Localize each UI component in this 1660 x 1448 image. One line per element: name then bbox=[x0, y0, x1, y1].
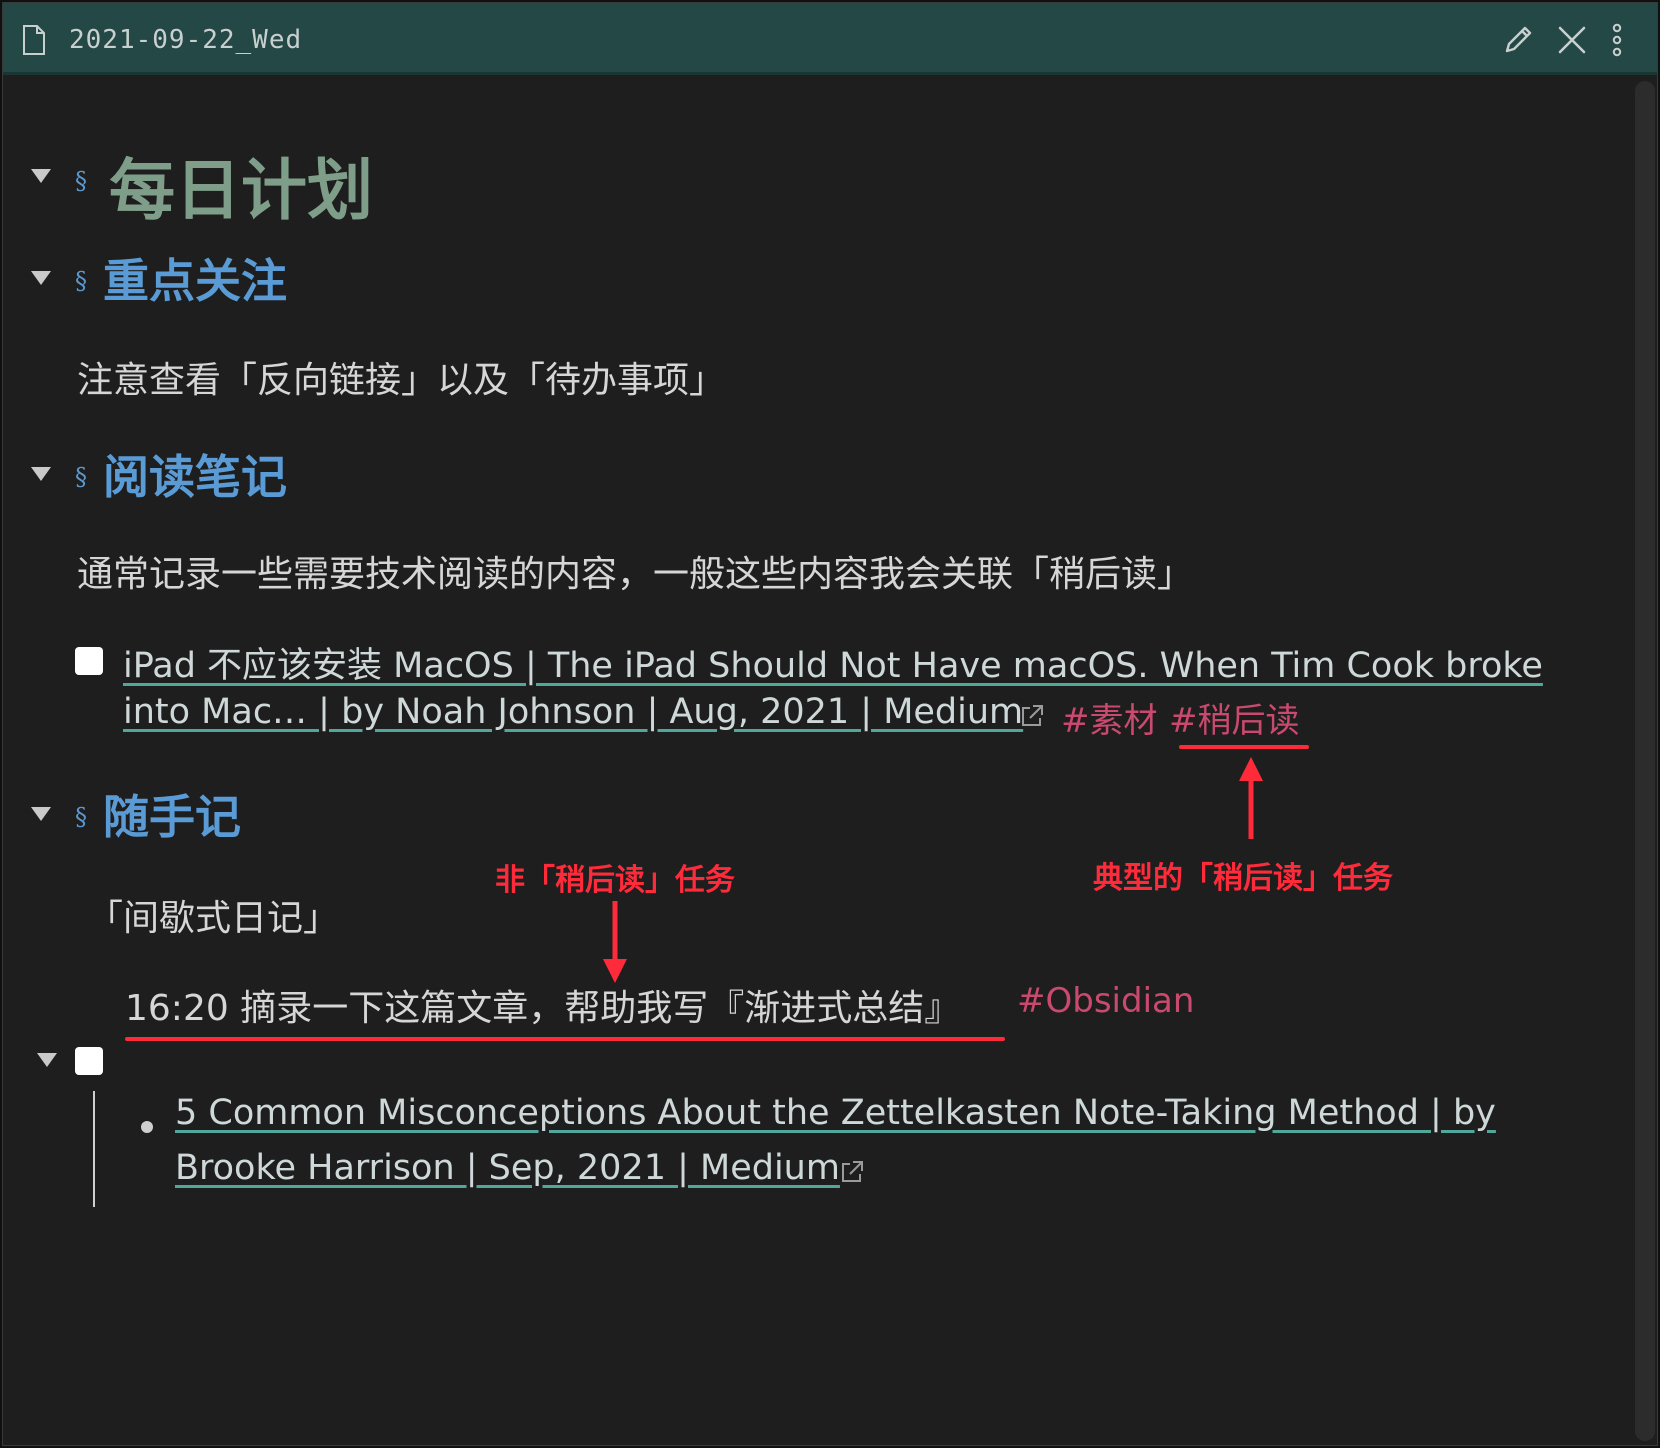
heading-marker-icon: § bbox=[75, 803, 87, 831]
link-ipad-article-line1[interactable]: iPad 不应该安装 MacOS | The iPad Should Not H… bbox=[123, 637, 1543, 688]
pencil-icon[interactable] bbox=[1501, 23, 1535, 57]
heading-daily-plan: 每日计划 bbox=[109, 152, 373, 229]
close-icon[interactable] bbox=[1555, 23, 1589, 57]
jot-paragraph: 「间歇式日记」 bbox=[87, 898, 340, 939]
external-link-icon bbox=[842, 1161, 863, 1182]
heading-marker-icon: § bbox=[75, 167, 87, 195]
task-text-excerpt: 16:20 摘录一下这篇文章，帮助我写『渐进式总结』 bbox=[125, 988, 961, 1029]
file-icon bbox=[23, 25, 45, 55]
title-bar: 2021-09-22_Wed bbox=[3, 3, 1657, 75]
heading-marker-icon: § bbox=[75, 267, 87, 295]
task-checkbox-ipad[interactable] bbox=[75, 647, 103, 675]
note-title: 2021-09-22_Wed bbox=[69, 25, 303, 55]
tag-obsidian[interactable]: #Obsidian bbox=[1017, 981, 1194, 1021]
annotation-non-read-later: 非「稍后读」任务 bbox=[495, 863, 735, 898]
link-zettelkasten-line1[interactable]: 5 Common Misconceptions About the Zettel… bbox=[175, 1093, 1496, 1133]
heading-marker-icon: § bbox=[75, 463, 87, 491]
heading-jot: 随手记 bbox=[103, 790, 241, 844]
task-checkbox-zettelkasten[interactable] bbox=[75, 1047, 103, 1075]
tag-read-later[interactable]: #稍后读 bbox=[1169, 693, 1300, 742]
focus-paragraph: 注意查看「反向链接」以及「待办事项」 bbox=[77, 360, 726, 401]
heading-reading-notes: 阅读笔记 bbox=[103, 450, 287, 504]
link-zettelkasten-line2[interactable]: Brooke Harrison | Sep, 2021 | Medium bbox=[175, 1148, 840, 1188]
fold-arrow-reading[interactable] bbox=[31, 467, 51, 481]
annotation-underline-task bbox=[125, 1037, 1005, 1041]
note-window: 2021-09-22_Wed § 每日计划 § 重点关注 注意查看「反向链接」以… bbox=[2, 2, 1658, 1446]
fold-arrow-focus[interactable] bbox=[31, 271, 51, 285]
annotation-underline-read-later bbox=[1179, 745, 1309, 749]
fold-arrow-jot[interactable] bbox=[31, 807, 51, 821]
annotation-arrow-down-icon bbox=[603, 901, 627, 983]
more-vertical-icon[interactable] bbox=[1609, 23, 1625, 57]
fold-arrow-h1[interactable] bbox=[31, 169, 51, 183]
note-content: § 每日计划 § 重点关注 注意查看「反向链接」以及「待办事项」 § 阅读笔记 … bbox=[3, 75, 1633, 1445]
list-bullet bbox=[141, 1121, 153, 1133]
heading-focus: 重点关注 bbox=[103, 254, 287, 308]
indent-guide bbox=[93, 1091, 95, 1207]
annotation-typical-read-later: 典型的「稍后读」任务 bbox=[1093, 861, 1393, 896]
annotation-arrow-up-icon bbox=[1239, 757, 1263, 839]
scrollbar[interactable] bbox=[1635, 81, 1655, 1441]
external-link-icon bbox=[1022, 705, 1043, 726]
tag-material[interactable]: #素材 bbox=[1061, 693, 1158, 742]
link-ipad-article-line2[interactable]: into Mac… | by Noah Johnson | Aug, 2021 … bbox=[123, 692, 1023, 732]
fold-arrow-task[interactable] bbox=[37, 1053, 57, 1067]
reading-paragraph: 通常记录一些需要技术阅读的内容，一般这些内容我会关联「稍后读」 bbox=[77, 554, 1194, 595]
